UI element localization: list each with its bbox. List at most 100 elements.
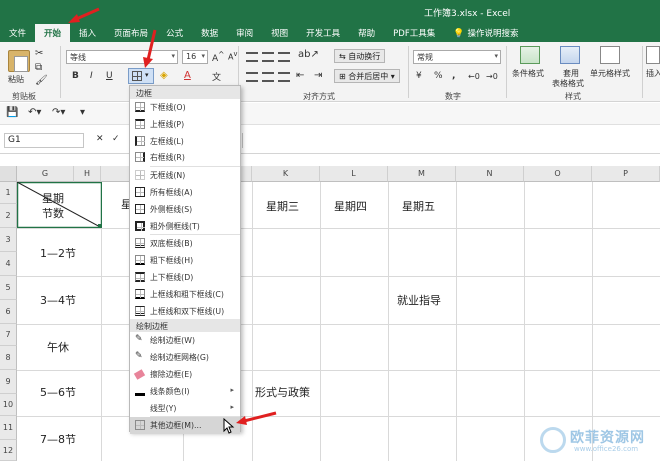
menu-item-left-border[interactable]: 左框线(L) [130,133,240,150]
decrease-indent-icon[interactable]: ⇤ [296,70,304,81]
row-header-8[interactable]: 8 [0,346,17,370]
name-box[interactable]: G1 [4,133,84,148]
insert-cells-button[interactable]: 插入 [646,68,660,79]
tab-data[interactable]: 数据 [192,24,227,42]
menu-item-top-bottom[interactable]: 上下框线(D) [130,269,240,286]
menu-item-bottom-border[interactable]: 下框线(O) [130,99,240,116]
redo-icon[interactable]: ↷▾ [52,107,65,118]
wrap-text-button[interactable]: ⇆ 自动换行 [334,49,386,63]
row-header-9[interactable]: 9 [0,370,17,394]
cell-style-icon[interactable] [600,46,620,64]
conditional-format-icon[interactable] [520,46,540,64]
comma-button[interactable]: , [452,71,455,81]
menu-item-right-border[interactable]: 右框线(R) [130,149,240,166]
row-header-5[interactable]: 5 [0,276,17,300]
number-format-select[interactable]: 常规 ▾ [413,50,501,64]
tab-insert[interactable]: 插入 [70,24,105,42]
menu-item-no-border[interactable]: 无框线(N) [130,167,240,184]
decrease-font-icon[interactable]: Av [228,50,237,62]
col-header-h[interactable]: H [74,166,101,182]
menu-item-thick-bottom[interactable]: 粗下框线(H) [130,252,240,269]
table-format-icon[interactable] [560,46,580,64]
formula-input[interactable] [242,133,656,148]
align-center-icon[interactable] [262,72,274,82]
table-format-label-2[interactable]: 表格格式 [552,78,584,89]
row-header-2[interactable]: 2 [0,204,17,228]
align-right-icon[interactable] [278,72,290,82]
percent-button[interactable]: % [434,71,443,81]
row-header-10[interactable]: 10 [0,394,17,416]
paste-button[interactable]: 粘贴 [8,74,24,85]
phonetic-icon[interactable]: 文 [212,70,221,83]
increase-decimal-icon[interactable]: ←0 [468,72,480,81]
tab-view[interactable]: 视图 [262,24,297,42]
insert-cells-icon[interactable] [646,46,660,64]
tab-search[interactable]: 💡 操作说明搜索 [444,24,527,42]
menu-item-top-double-bottom[interactable]: 上框线和双下框线(U) [130,303,240,320]
col-header-m[interactable]: M [388,166,456,182]
increase-font-icon[interactable]: A^ [212,50,224,64]
col-header-j[interactable] [241,166,252,182]
font-size-select[interactable]: 16 ▾ [182,50,208,64]
menu-item-draw-border[interactable]: ✎ 绘制边框(W) [130,332,240,349]
enter-icon[interactable]: ✓ [112,134,120,144]
cancel-icon[interactable]: ✕ [96,134,104,144]
decrease-decimal-icon[interactable]: →0 [486,72,498,81]
tab-review[interactable]: 审阅 [227,24,262,42]
paste-icon[interactable] [8,50,30,72]
row-header-11[interactable]: 11 [0,416,17,440]
col-header-o[interactable]: O [524,166,592,182]
bold-button[interactable]: B [72,71,79,81]
col-header-k[interactable]: K [252,166,320,182]
copy-icon[interactable]: ⧉ [35,62,42,73]
menu-item-double-bottom[interactable]: 双底框线(B) [130,235,240,252]
menu-item-all-borders[interactable]: 所有框线(A) [130,184,240,201]
row-header-1[interactable]: 1 [0,182,17,204]
tab-help[interactable]: 帮助 [349,24,384,42]
undo-icon[interactable]: ↶▾ [28,107,41,118]
align-top-icon[interactable] [246,52,258,62]
col-header-l[interactable]: L [320,166,388,182]
conditional-format-button[interactable]: 条件格式 [512,68,544,79]
currency-icon[interactable]: ¥ [416,71,422,81]
menu-item-line-color[interactable]: 线条颜色(I) ▸ [130,383,240,400]
fill-color-icon[interactable]: ◈ [160,70,168,81]
italic-button[interactable]: I [90,71,93,81]
tab-formulas[interactable]: 公式 [157,24,192,42]
menu-item-top-thick-bottom[interactable]: 上框线和粗下框线(C) [130,286,240,303]
row-header-4[interactable]: 4 [0,252,17,276]
cut-icon[interactable]: ✂ [35,48,43,59]
menu-item-thick-outside[interactable]: 粗外侧框线(T) [130,218,240,235]
merge-center-button[interactable]: ⊞ 合并后居中 ▾ [334,69,400,83]
col-header-n[interactable]: N [456,166,524,182]
select-all-corner[interactable] [0,166,17,182]
borders-button[interactable]: ▾ [128,68,154,84]
row-header-7[interactable]: 7 [0,324,17,346]
underline-button[interactable]: U [106,71,113,81]
align-middle-icon[interactable] [262,52,274,62]
orientation-icon[interactable]: ab↗ [298,49,319,60]
col-header-g[interactable]: G [17,166,74,182]
tab-pdf-tools[interactable]: PDF工具集 [384,24,444,42]
font-color-icon[interactable]: A [184,70,191,81]
format-painter-icon[interactable]: 🖌 [35,75,48,86]
menu-item-erase-border[interactable]: 擦除边框(E) [130,366,240,383]
tab-developer[interactable]: 开发工具 [297,24,349,42]
tab-file[interactable]: 文件 [0,24,35,42]
row-header-6[interactable]: 6 [0,300,17,324]
tab-home[interactable]: 开始 [35,24,71,42]
align-bottom-icon[interactable] [278,52,290,62]
cell-style-button[interactable]: 单元格样式 [590,68,630,79]
row-header-12[interactable]: 12 [0,440,17,461]
align-left-icon[interactable] [246,72,258,82]
row-header-3[interactable]: 3 [0,228,17,252]
menu-item-top-border[interactable]: 上框线(P) [130,116,240,133]
font-name-select[interactable]: 等线 ▾ [66,50,178,64]
menu-item-outside-borders[interactable]: 外侧框线(S) [130,201,240,218]
col-header-p[interactable]: P [592,166,660,182]
menu-item-draw-border-grid[interactable]: ✎ 绘制边框网格(G) [130,349,240,366]
increase-indent-icon[interactable]: ⇥ [314,70,322,81]
save-icon[interactable]: 💾 [6,107,18,118]
customize-qa-icon[interactable]: ▾ [80,107,85,118]
menu-item-line-style[interactable]: 线型(Y) ▸ [130,400,240,417]
